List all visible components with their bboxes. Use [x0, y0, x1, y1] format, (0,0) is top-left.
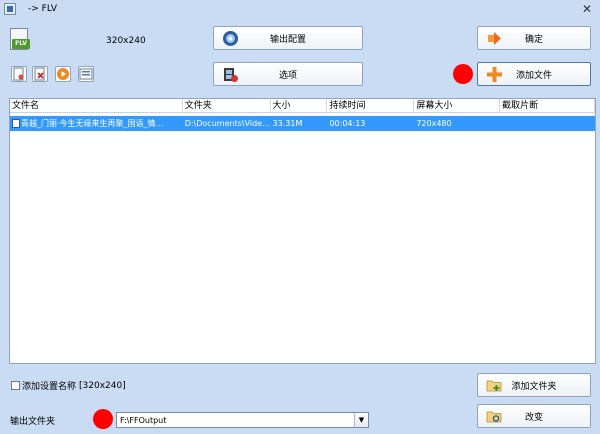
- add-setting-name-value: [320x240]: [79, 380, 126, 391]
- output-folder-value: F:\FFOutput: [120, 415, 167, 425]
- remove-file-button[interactable]: [32, 66, 48, 82]
- film-options-icon: [224, 68, 238, 82]
- add-file-button[interactable]: 添加文件: [477, 62, 591, 86]
- column-clip[interactable]: 截取片断: [500, 99, 596, 113]
- change-button[interactable]: 改变: [477, 404, 591, 428]
- add-setting-name-option[interactable]: 添加设置名称 [320x240]: [11, 379, 126, 392]
- column-folder[interactable]: 文件夹: [183, 99, 271, 113]
- cell-clip: [500, 116, 595, 131]
- play-button[interactable]: [55, 66, 71, 82]
- new-file-icon: [13, 67, 24, 81]
- media-info-button[interactable]: [78, 66, 94, 82]
- app-icon: [4, 3, 16, 15]
- output-folder-label: 输出文件夹: [10, 417, 56, 427]
- options-button[interactable]: 选项: [213, 62, 363, 86]
- add-folder-icon: [486, 380, 502, 392]
- confirm-arrow-icon: [488, 32, 501, 45]
- column-duration[interactable]: 持续时间: [327, 99, 415, 113]
- red-marker-output: [93, 409, 113, 429]
- chevron-down-icon[interactable]: ▼: [354, 413, 368, 427]
- video-file-icon: [12, 119, 20, 128]
- resolution-label: 320x240: [106, 36, 146, 46]
- filename-text: 青越_门丽·今生无缘来生再聚_国语_情...: [21, 119, 164, 128]
- file-list[interactable]: 文件名 文件夹 大小 持续时间 屏幕大小 截取片断 青越_门丽·今生无缘来生再聚…: [9, 98, 596, 364]
- file-list-header: 文件名 文件夹 大小 持续时间 屏幕大小 截取片断: [10, 99, 596, 113]
- table-row[interactable]: 青越_门丽·今生无缘来生再聚_国语_情... D:\Documents\Vide…: [10, 116, 595, 131]
- add-folder-button[interactable]: 添加文件夹: [477, 373, 591, 397]
- red-marker: [453, 64, 473, 84]
- change-folder-icon: [486, 411, 502, 423]
- cell-filename: 青越_门丽·今生无缘来生再聚_国语_情...: [10, 116, 183, 131]
- cell-folder: D:\Documents\Vide...: [184, 119, 270, 128]
- output-config-button[interactable]: 输出配置: [213, 26, 363, 50]
- new-file-button[interactable]: [11, 66, 27, 82]
- cell-screen-size: 720x480: [416, 119, 452, 128]
- cell-duration: 00:04:13: [329, 119, 366, 128]
- output-config-icon: [223, 31, 238, 46]
- flv-format-icon: FLV: [10, 28, 32, 52]
- cell-size: 33.31M: [272, 119, 303, 128]
- confirm-button[interactable]: 确定: [477, 26, 591, 50]
- flv-badge: FLV: [12, 39, 30, 49]
- media-info-icon: [79, 68, 93, 80]
- column-filename[interactable]: 文件名: [10, 99, 183, 113]
- column-screen-size[interactable]: 屏幕大小: [414, 99, 501, 113]
- add-setting-name-checkbox[interactable]: [11, 381, 20, 390]
- plus-icon: [487, 67, 502, 82]
- window-title: -> FLV: [28, 4, 58, 14]
- add-setting-name-label: 添加设置名称: [22, 382, 77, 392]
- output-folder-select[interactable]: F:\FFOutput ▼: [116, 412, 369, 428]
- remove-file-icon: [34, 67, 45, 81]
- title-bar: -> FLV ✕: [0, 0, 600, 18]
- play-icon: [57, 68, 69, 80]
- column-size[interactable]: 大小: [271, 99, 328, 113]
- close-icon[interactable]: ✕: [582, 2, 592, 16]
